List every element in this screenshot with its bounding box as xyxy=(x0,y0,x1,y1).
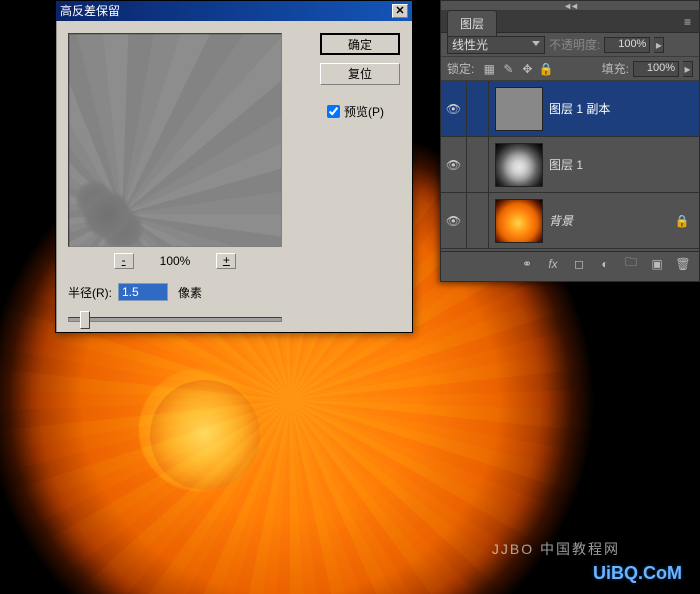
new-layer-icon[interactable]: ▣ xyxy=(649,257,665,271)
layers-list: 👁 图层 1 副本 👁 图层 1 👁 背景 🔒 xyxy=(441,81,699,249)
adjustment-icon[interactable]: ◐ xyxy=(597,257,613,271)
lock-all-icon[interactable]: 🔒 xyxy=(539,62,553,76)
lock-icons-group: ▦ ✎ ✥ 🔒 xyxy=(482,62,553,76)
chevron-down-icon xyxy=(532,41,540,49)
layer-thumbnail[interactable] xyxy=(495,87,543,131)
lock-icon: 🔒 xyxy=(673,214,691,228)
preview-checkbox-wrapper[interactable]: 预览(P) xyxy=(327,103,384,120)
lock-label: 锁定: xyxy=(447,60,474,77)
fill-label: 填充: xyxy=(602,60,629,77)
panel-menu-icon[interactable]: ≡ xyxy=(676,15,699,29)
layer-row[interactable]: 👁 图层 1 副本 xyxy=(441,81,699,137)
watermark-sub: JJBO 中国教程网 xyxy=(492,539,620,559)
layer-name[interactable]: 图层 1 xyxy=(549,156,699,173)
preview-checkbox[interactable] xyxy=(327,105,340,118)
radius-label: 半径(R): xyxy=(68,284,112,301)
visibility-toggle[interactable]: 👁 xyxy=(441,193,467,248)
layers-panel: ◄◄ 图层 ≡ 线性光 不透明度: 100% ▸ 锁定: ▦ ✎ ✥ 🔒 填充:… xyxy=(440,0,700,282)
lock-position-icon[interactable]: ✥ xyxy=(520,62,534,76)
group-icon[interactable]: 🗀 xyxy=(623,253,639,274)
blend-opacity-row: 线性光 不透明度: 100% ▸ xyxy=(441,33,699,57)
fill-dropdown-icon[interactable]: ▸ xyxy=(683,61,693,77)
ok-button[interactable]: 确定 xyxy=(320,33,400,55)
lock-fill-row: 锁定: ▦ ✎ ✥ 🔒 填充: 100% ▸ xyxy=(441,57,699,81)
layer-thumbnail[interactable] xyxy=(495,199,543,243)
layer-name[interactable]: 背景 xyxy=(549,212,673,229)
dialog-title: 高反差保留 xyxy=(60,1,120,21)
layer-row[interactable]: 👁 背景 🔒 xyxy=(441,193,699,249)
tab-layers[interactable]: 图层 xyxy=(447,10,497,36)
high-pass-dialog: 高反差保留 ✕ - 100% + 半径(R): 1.5 像素 确定 复位 预览(… xyxy=(55,0,413,333)
watermark-main: UiBQ.CoM xyxy=(593,563,682,584)
link-column[interactable] xyxy=(467,81,489,136)
blend-mode-select[interactable]: 线性光 xyxy=(447,36,545,54)
panel-tabs: 图层 ≡ xyxy=(441,11,699,33)
dialog-titlebar[interactable]: 高反差保留 ✕ xyxy=(56,1,412,21)
opacity-input[interactable]: 100% xyxy=(604,37,650,53)
layer-row[interactable]: 👁 图层 1 xyxy=(441,137,699,193)
zoom-out-button[interactable]: - xyxy=(114,253,134,269)
zoom-controls: - 100% + xyxy=(68,253,282,269)
visibility-toggle[interactable]: 👁 xyxy=(441,137,467,192)
lock-transparent-icon[interactable]: ▦ xyxy=(482,62,496,76)
fx-icon[interactable]: fx xyxy=(545,257,561,271)
lock-pixels-icon[interactable]: ✎ xyxy=(501,62,515,76)
close-button[interactable]: ✕ xyxy=(392,4,408,18)
visibility-toggle[interactable]: 👁 xyxy=(441,81,467,136)
zoom-in-button[interactable]: + xyxy=(216,253,236,269)
opacity-label: 不透明度: xyxy=(549,36,600,53)
radius-input[interactable]: 1.5 xyxy=(118,283,168,301)
dialog-body: - 100% + 半径(R): 1.5 像素 确定 复位 预览(P) xyxy=(56,21,412,332)
link-layers-icon[interactable]: ⚭ xyxy=(519,257,535,271)
opacity-dropdown-icon[interactable]: ▸ xyxy=(654,37,664,53)
panel-footer: ⚭ fx ◻ ◐ 🗀 ▣ 🗑 xyxy=(441,251,699,275)
radius-slider-thumb[interactable] xyxy=(80,311,90,329)
link-column[interactable] xyxy=(467,137,489,192)
radius-unit: 像素 xyxy=(178,284,202,301)
radius-slider[interactable] xyxy=(68,309,282,327)
reset-button[interactable]: 复位 xyxy=(320,63,400,85)
fill-input[interactable]: 100% xyxy=(633,61,679,77)
trash-icon[interactable]: 🗑 xyxy=(675,257,691,271)
layer-thumbnail[interactable] xyxy=(495,143,543,187)
mask-icon[interactable]: ◻ xyxy=(571,257,587,271)
radius-row: 半径(R): 1.5 像素 xyxy=(68,283,400,301)
filter-preview[interactable] xyxy=(68,33,282,247)
layer-name[interactable]: 图层 1 副本 xyxy=(549,100,699,117)
zoom-level: 100% xyxy=(152,254,199,268)
blend-mode-value: 线性光 xyxy=(452,36,488,53)
link-column[interactable] xyxy=(467,193,489,248)
preview-checkbox-label: 预览(P) xyxy=(344,103,384,120)
